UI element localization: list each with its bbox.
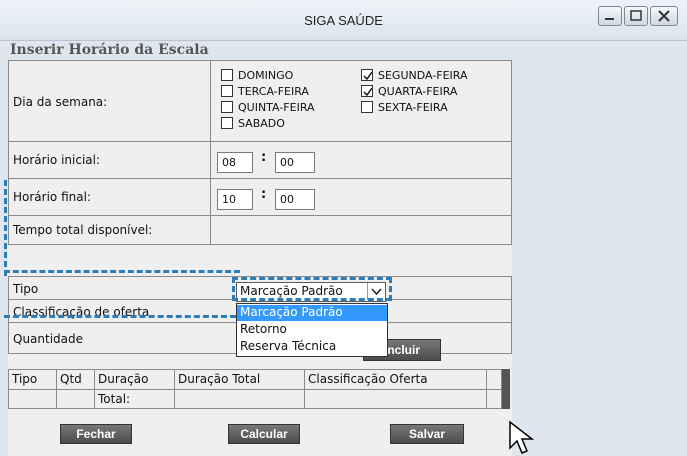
end-label-cell: Horário final: <box>8 178 211 216</box>
checkbox-label-quinta: QUINTA-FEIRA <box>238 101 315 114</box>
tipo-option-marcacao[interactable]: Marcação Padrão <box>237 305 387 321</box>
calcular-button[interactable]: Calcular <box>228 424 300 444</box>
end-time-separator: : <box>261 187 267 202</box>
form-panel: Dia da semana: DOMINGO TERCA-FEIRA QUINT… <box>8 60 512 456</box>
minimize-icon <box>605 18 614 20</box>
day-label-cell: Dia da semana: <box>8 60 211 142</box>
checkbox-sexta[interactable] <box>361 101 373 113</box>
table-total-label: Total: <box>98 392 131 406</box>
table-col-divider <box>56 369 57 409</box>
start-hour-input[interactable]: 08 <box>217 152 253 173</box>
tipo-label: Tipo <box>13 282 39 296</box>
checkbox-label-segunda: SEGUNDA-FEIRA <box>378 69 468 82</box>
tipo-dropdown-list: Marcação Padrão Retorno Reserva Técnica <box>236 303 388 357</box>
mouse-cursor-icon <box>509 420 535 454</box>
checkbox-label-terca: TERCA-FEIRA <box>238 85 309 98</box>
table-col-divider <box>174 369 175 409</box>
highlight-marker <box>4 315 236 323</box>
total-label-cell: Tempo total disponível: <box>8 215 211 245</box>
checkbox-terca[interactable] <box>221 85 233 97</box>
tipo-option-retorno[interactable]: Retorno <box>237 322 387 338</box>
salvar-button[interactable]: Salvar <box>390 424 464 444</box>
maximize-icon <box>630 10 642 21</box>
table-header-duracao: Duração <box>98 372 149 386</box>
table-col-divider <box>486 369 487 409</box>
tipo-option-reserva[interactable]: Reserva Técnica <box>237 339 387 355</box>
total-value-cell <box>210 215 512 245</box>
start-fields-cell: 08 : 00 <box>210 141 512 179</box>
end-minute-input[interactable]: 00 <box>275 189 315 210</box>
minimize-button[interactable] <box>598 6 622 26</box>
end-time-label: Horário final: <box>13 190 91 204</box>
close-button[interactable] <box>650 6 678 26</box>
app-window: SIGA SAÚDE Inserir Horário da Escala Dia… <box>0 0 687 456</box>
highlight-marker <box>4 180 12 276</box>
checkbox-quinta[interactable] <box>221 101 233 113</box>
table-header-qtd: Qtd <box>60 372 82 386</box>
table-scrollbar[interactable] <box>502 369 510 409</box>
end-fields-cell: 10 : 00 <box>210 178 512 216</box>
checkbox-label-domingo: DOMINGO <box>238 69 294 82</box>
start-minute-input[interactable]: 00 <box>275 152 315 173</box>
table-total-row <box>8 389 502 409</box>
highlight-marker <box>4 270 240 278</box>
table-header-tipo: Tipo <box>12 372 38 386</box>
check-icon <box>363 87 373 97</box>
table-col-divider <box>94 369 95 409</box>
checkbox-label-quarta: QUARTA-FEIRA <box>378 85 458 98</box>
maximize-button[interactable] <box>624 6 648 26</box>
highlight-marker <box>232 277 392 301</box>
day-label: Dia da semana: <box>13 95 108 109</box>
start-time-label: Horário inicial: <box>13 153 101 167</box>
start-label-cell: Horário inicial: <box>8 141 211 179</box>
checkbox-label-sabado: SABADO <box>238 117 285 130</box>
checkbox-sabado[interactable] <box>221 117 233 129</box>
form-title: Inserir Horário da Escala <box>10 42 209 58</box>
day-options-cell: DOMINGO TERCA-FEIRA QUINTA-FEIRA SABADO … <box>210 60 512 142</box>
table-header-classificacao: Classificação Oferta <box>308 372 428 386</box>
check-icon <box>363 71 373 81</box>
checkbox-quarta[interactable] <box>361 85 373 97</box>
close-icon <box>658 10 670 22</box>
checkbox-segunda[interactable] <box>361 69 373 81</box>
table-col-divider <box>304 369 305 409</box>
end-hour-input[interactable]: 10 <box>217 189 253 210</box>
start-time-separator: : <box>261 150 267 165</box>
total-time-label: Tempo total disponível: <box>13 223 153 237</box>
title-bar: SIGA SAÚDE <box>0 0 687 41</box>
fechar-button[interactable]: Fechar <box>60 424 132 444</box>
quantidade-label: Quantidade <box>13 332 84 346</box>
checkbox-domingo[interactable] <box>221 69 233 81</box>
checkbox-label-sexta: SEXTA-FEIRA <box>378 101 448 114</box>
window-title: SIGA SAÚDE <box>304 13 383 28</box>
table-header-duracao-total: Duração Total <box>178 372 261 386</box>
